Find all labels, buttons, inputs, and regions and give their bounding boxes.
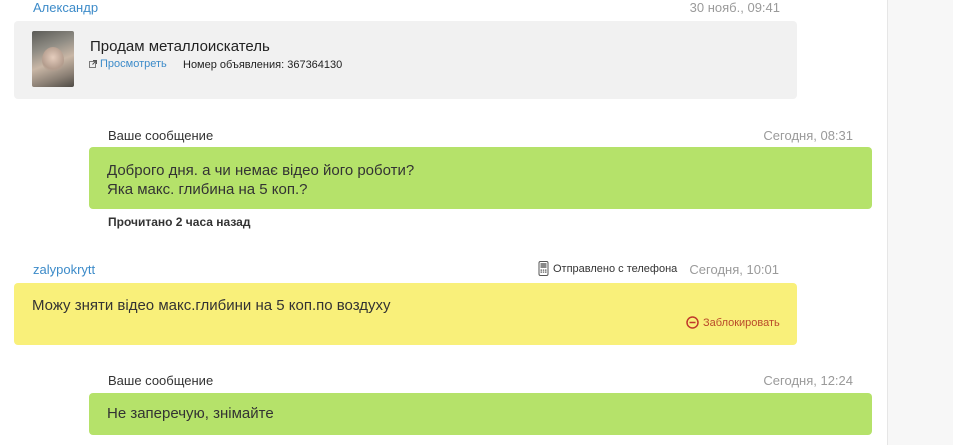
message-time: Сегодня, 10:01 bbox=[689, 262, 779, 277]
conversation-panel: Александр 30 нояб., 09:41 Продам металло… bbox=[0, 0, 887, 445]
ad-thumbnail[interactable] bbox=[32, 31, 74, 87]
ad-view-link[interactable]: Просмотреть bbox=[89, 58, 167, 70]
message-line: Можу зняти відео макс.глибини на 5 коп.п… bbox=[32, 297, 391, 314]
mobile-phone-icon bbox=[538, 261, 549, 276]
ad-time: 30 нояб., 09:41 bbox=[689, 0, 780, 15]
block-icon bbox=[686, 316, 699, 329]
message-bubble: Доброго дня. а чи немає відео його робот… bbox=[89, 147, 872, 209]
message-author: Ваше сообщение bbox=[108, 373, 214, 388]
ad-view-label: Просмотреть bbox=[100, 58, 167, 70]
message-author: Ваше сообщение bbox=[108, 128, 214, 143]
block-user-link[interactable]: Заблокировать bbox=[686, 316, 780, 329]
message-line: Не заперечую, знімайте bbox=[107, 405, 274, 422]
message-line: Доброго дня. а чи немає відео його робот… bbox=[107, 162, 415, 179]
message-sender-link[interactable]: zalypokrytt bbox=[33, 262, 95, 277]
side-panel bbox=[887, 0, 953, 445]
ad-number: Номер объявления: 367364130 bbox=[183, 59, 343, 71]
ad-title: Продам металлоискатель bbox=[90, 38, 270, 55]
read-status: Прочитано 2 часа назад bbox=[108, 215, 251, 229]
message-bubble: Не заперечую, знімайте bbox=[89, 393, 872, 435]
ad-card: Продам металлоискатель Просмотреть Номер… bbox=[14, 21, 797, 99]
message-time: Сегодня, 12:24 bbox=[763, 373, 853, 388]
external-link-icon bbox=[89, 60, 97, 68]
message-line: Яка макс. глибина на 5 коп.? bbox=[107, 181, 308, 198]
block-label: Заблокировать bbox=[703, 316, 780, 329]
message-time: Сегодня, 08:31 bbox=[763, 128, 853, 143]
message-bubble: Можу зняти відео макс.глибини на 5 коп.п… bbox=[14, 283, 797, 345]
ad-sender-link[interactable]: Александр bbox=[33, 0, 98, 15]
